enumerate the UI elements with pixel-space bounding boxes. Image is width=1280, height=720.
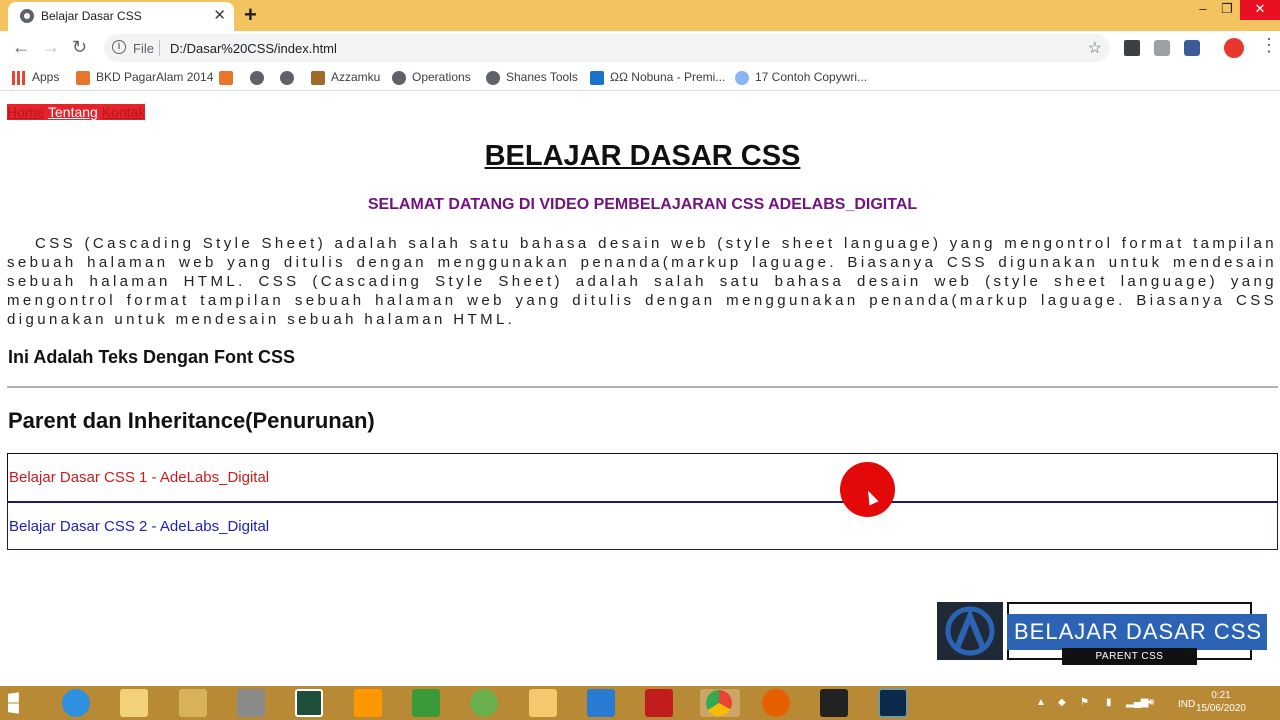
bookmark-icon-only-1[interactable] bbox=[219, 70, 239, 86]
brick-app-icon[interactable] bbox=[237, 689, 265, 717]
bookmark-bkd[interactable]: BKD PagarAlam 2014 bbox=[76, 70, 213, 86]
extension-user-icon[interactable] bbox=[1184, 40, 1200, 56]
omnibox-divider bbox=[159, 40, 160, 56]
camera-extension-icon[interactable] bbox=[1154, 40, 1170, 56]
site-nav: Home Tentang Kontak bbox=[7, 104, 146, 120]
url-text[interactable]: D:/Dasar%20CSS/index.html bbox=[170, 41, 337, 56]
forward-icon[interactable]: → bbox=[42, 37, 60, 58]
globe-icon bbox=[280, 70, 294, 85]
nav-link-kontak[interactable]: Kontak bbox=[102, 104, 146, 120]
start-button-icon[interactable] bbox=[8, 692, 19, 714]
flag-icon[interactable]: ⚑ bbox=[1080, 697, 1089, 708]
page-title: BELAJAR DASAR CSS bbox=[484, 140, 801, 172]
language-indicator[interactable]: IND bbox=[1178, 699, 1195, 710]
bookmark-favicon-icon bbox=[590, 70, 604, 85]
video-editor-icon[interactable] bbox=[820, 689, 848, 717]
battery-icon[interactable]: ▮ bbox=[1106, 697, 1112, 708]
watermark-logo: BELAJAR DASAR CSS PARENT CSS bbox=[937, 602, 1267, 665]
adelabs-logo-icon bbox=[937, 602, 1003, 660]
tab-active[interactable]: Belajar Dasar CSS ✕ bbox=[8, 2, 234, 31]
android-studio-icon[interactable] bbox=[470, 689, 498, 717]
clock-date: 15/06/2020 bbox=[1195, 703, 1246, 714]
bookmark-icon-only-2[interactable] bbox=[250, 70, 270, 86]
divider bbox=[7, 386, 1278, 388]
close-tab-icon[interactable]: ✕ bbox=[213, 6, 226, 24]
watermark-title: BELAJAR DASAR CSS bbox=[1007, 614, 1267, 650]
extension-m-icon[interactable] bbox=[1124, 40, 1140, 56]
globe-icon bbox=[486, 70, 500, 85]
section-heading: Parent dan Inheritance(Penurunan) bbox=[8, 408, 375, 433]
menu-kebab-icon[interactable]: ⋮ bbox=[1260, 35, 1278, 56]
vscode-icon[interactable] bbox=[587, 689, 615, 717]
bookmark-favicon-icon bbox=[311, 70, 325, 85]
chrome-taskbar-item[interactable] bbox=[700, 689, 740, 717]
close-window-button[interactable]: ✕ bbox=[1240, 0, 1280, 20]
restore-button[interactable]: ❐ bbox=[1212, 0, 1242, 20]
box-1-text: Belajar Dasar CSS 1 - AdeLabs_Digital bbox=[9, 469, 270, 486]
nav-link-home[interactable]: Home bbox=[7, 104, 44, 120]
internet-explorer-icon[interactable] bbox=[62, 689, 90, 717]
font-heading: Ini Adalah Teks Dengan Font CSS bbox=[8, 347, 296, 367]
chrome-icon bbox=[706, 690, 732, 716]
editor-app-icon[interactable] bbox=[295, 689, 323, 717]
windows-taskbar: ▲ ◆ ⚑ ▮ ▂▄▆ 🔊︎ IND 0:21 15/06/2020 bbox=[0, 686, 1280, 720]
intro-paragraph: CSS (Cascading Style Sheet) adalah salah… bbox=[7, 235, 1277, 328]
photoshop-icon[interactable] bbox=[879, 689, 907, 717]
scheme-label: File bbox=[133, 41, 154, 56]
watermark-subtitle: PARENT CSS bbox=[1062, 648, 1197, 665]
profile-avatar-icon[interactable] bbox=[1224, 38, 1244, 58]
info-icon[interactable]: i bbox=[112, 40, 126, 54]
reload-icon[interactable]: ↻ bbox=[72, 37, 87, 58]
tab-strip: Belajar Dasar CSS ✕ + – ❐ ✕ bbox=[0, 0, 1280, 31]
apps-grid-icon bbox=[12, 70, 26, 85]
globe-icon bbox=[250, 70, 264, 85]
new-tab-button[interactable]: + bbox=[244, 2, 257, 28]
filezilla-icon[interactable] bbox=[645, 689, 673, 717]
bookmark-azzamku[interactable]: Azzamku bbox=[311, 70, 380, 86]
globe-icon bbox=[20, 9, 34, 23]
sublime-text-icon[interactable] bbox=[354, 689, 382, 717]
bookmark-operations[interactable]: Operations bbox=[392, 70, 471, 86]
tray-chevron-icon[interactable]: ▲ bbox=[1036, 697, 1046, 708]
nav-link-tentang[interactable]: Tentang bbox=[48, 104, 98, 120]
tab-title: Belajar Dasar CSS bbox=[41, 9, 142, 23]
bookmark-star-icon[interactable]: ☆ bbox=[1088, 38, 1102, 58]
bookmark-icon-only-3[interactable] bbox=[280, 70, 300, 86]
back-icon[interactable]: ← bbox=[12, 37, 30, 58]
page-subtitle: SELAMAT DATANG DI VIDEO PEMBELAJARAN CSS… bbox=[367, 196, 918, 213]
address-bar[interactable]: i File D:/Dasar%20CSS/index.html ☆ bbox=[104, 34, 1110, 62]
network-icon[interactable]: ▂▄▆ bbox=[1126, 697, 1148, 708]
mail-app-icon[interactable] bbox=[529, 689, 557, 717]
globe-icon bbox=[392, 70, 406, 85]
spreadsheet-app-icon[interactable] bbox=[412, 689, 440, 717]
bookmark-favicon-icon bbox=[76, 70, 90, 85]
bookmark-nobuna[interactable]: ΩΩ Nobuna - Premi... bbox=[590, 70, 725, 86]
file-explorer-icon[interactable] bbox=[120, 689, 148, 717]
content-box-1: Belajar Dasar CSS 1 - AdeLabs_Digital bbox=[7, 453, 1278, 502]
bookmark-shanes-tools[interactable]: Shanes Tools bbox=[486, 70, 578, 86]
bookmark-favicon-icon bbox=[735, 70, 749, 85]
dropbox-icon[interactable]: ◆ bbox=[1058, 697, 1066, 708]
bookmarks-bar: Apps BKD PagarAlam 2014 Azzamku Operatio… bbox=[0, 65, 1280, 91]
system-clock[interactable]: 0:21 15/06/2020 bbox=[1196, 689, 1246, 715]
bookmark-copywriting[interactable]: 17 Contoh Copywri... bbox=[735, 70, 867, 86]
bookmark-apps[interactable]: Apps bbox=[12, 70, 59, 86]
paint-tool-icon[interactable] bbox=[179, 689, 207, 717]
bookmark-favicon-icon bbox=[219, 70, 233, 85]
box-2-text: Belajar Dasar CSS 2 - AdeLabs_Digital bbox=[9, 518, 270, 535]
content-box-2: Belajar Dasar CSS 2 - AdeLabs_Digital bbox=[7, 501, 1278, 550]
clock-time: 0:21 bbox=[1211, 690, 1231, 701]
firefox-icon[interactable] bbox=[762, 689, 790, 717]
browser-toolbar: ← → ↻ i File D:/Dasar%20CSS/index.html ☆… bbox=[0, 31, 1280, 65]
volume-icon[interactable]: 🔊︎ bbox=[1148, 697, 1154, 708]
web-page: Home Tentang Kontak BELAJAR DASAR CSS SE… bbox=[0, 92, 1280, 686]
